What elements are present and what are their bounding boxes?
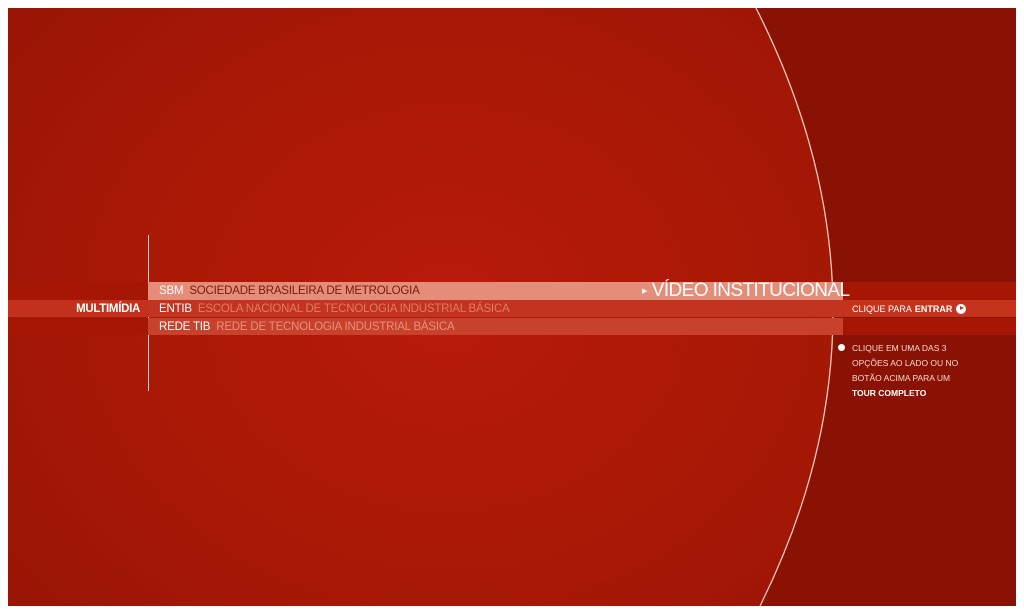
menu-item-rede-tib[interactable]: REDE TIB REDE DE TECNOLOGIA INDUSTRIAL B… xyxy=(148,318,843,335)
intro-stage: MULTIMÍDIA SBM SOCIEDADE BRASILEIRA DE M… xyxy=(8,8,1016,606)
multimidia-label: MULTIMÍDIA xyxy=(76,302,140,315)
bullet-icon xyxy=(838,344,845,351)
video-institucional-label: VÍDEO INSTITUCIONAL xyxy=(651,280,850,301)
menu-item-sbm-abbr: SBM xyxy=(159,285,184,297)
play-triangle-icon: ▶ xyxy=(642,288,647,295)
tour-tip: CLIQUE EM UMA DAS 3 OPÇÕES AO LADO OU NO… xyxy=(852,341,972,401)
tip-line: OPÇÕES AO LADO OU NO xyxy=(852,358,959,368)
menu-item-sbm-description: SOCIEDADE BRASILEIRA DE METROLOGIA xyxy=(189,285,420,297)
menu-item-entib-abbr: ENTIB xyxy=(159,302,192,315)
video-institucional-link[interactable]: ▶ VÍDEO INSTITUCIONAL xyxy=(642,280,850,302)
menu-item-entib-description: ESCOLA NACIONAL DE TECNOLOGIA INDUSTRIAL… xyxy=(197,302,510,315)
enter-action: ENTRAR xyxy=(914,303,953,314)
tip-emphasis: TOUR COMPLETO xyxy=(852,388,927,398)
tip-line: CLIQUE EM UMA DAS 3 xyxy=(852,343,947,353)
menu-item-rede-tib-abbr: REDE TIB xyxy=(159,320,211,333)
play-circle-icon xyxy=(956,303,967,314)
menu-item-rede-tib-description: REDE DE TECNOLOGIA INDUSTRIAL BÁSICA xyxy=(216,320,455,333)
enter-button[interactable]: CLIQUE PARA ENTRAR xyxy=(844,300,1016,317)
tip-line: BOTÃO ACIMA PARA UM xyxy=(852,373,951,383)
enter-prefix: CLIQUE PARA xyxy=(852,303,912,314)
menu-item-entib[interactable]: ENTIB ESCOLA NACIONAL DE TECNOLOGIA INDU… xyxy=(148,300,843,317)
